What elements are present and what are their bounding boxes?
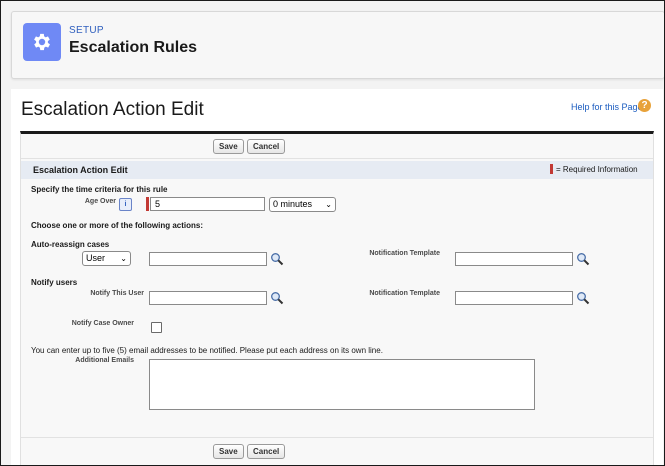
divider <box>21 437 653 438</box>
help-link[interactable]: Help for this Page <box>571 102 643 112</box>
save-button-top[interactable]: Save <box>213 139 244 154</box>
setup-header: SETUP Escalation Rules <box>11 11 664 79</box>
edit-panel: Save Cancel Escalation Action Edit = Req… <box>20 131 654 465</box>
required-marker-legend <box>550 164 553 174</box>
actions-heading: Choose one or more of the following acti… <box>31 221 204 230</box>
minutes-select-value: 0 minutes <box>273 199 313 209</box>
cancel-button-bottom[interactable]: Cancel <box>247 444 286 459</box>
setup-eyebrow: SETUP <box>69 25 104 36</box>
age-over-label: Age Over <box>84 198 116 205</box>
additional-emails-label: Additional Emails <box>75 357 134 364</box>
additional-emails-textarea[interactable] <box>149 359 535 410</box>
assignee-input[interactable] <box>149 252 267 266</box>
save-button-bottom[interactable]: Save <box>213 444 244 459</box>
reassign-template-input[interactable] <box>455 252 573 266</box>
section-header: Escalation Action Edit = Required Inform… <box>21 161 653 179</box>
divider <box>21 158 653 159</box>
notify-users-heading: Notify users <box>31 278 78 287</box>
email-instructions: You can enter up to five (5) email addre… <box>31 346 383 355</box>
time-criteria-heading: Specify the time criteria for this rule <box>31 185 168 194</box>
required-marker <box>146 197 149 211</box>
notify-user-label: Notify This User <box>90 290 144 297</box>
lookup-icon[interactable] <box>270 252 284 266</box>
page-header-title: Escalation Rules <box>69 39 198 56</box>
chevron-down-icon: ⌄ <box>325 200 332 209</box>
notify-owner-checkbox[interactable] <box>151 322 162 333</box>
required-info-text: = Required Information <box>556 165 638 174</box>
notify-owner-label: Notify Case Owner <box>71 320 134 327</box>
section-title: Escalation Action Edit <box>33 165 128 175</box>
age-over-input[interactable]: 5 <box>150 197 265 211</box>
notify-user-input[interactable] <box>149 291 267 305</box>
help-icon[interactable]: ? <box>638 99 651 112</box>
lookup-icon[interactable] <box>270 291 284 305</box>
page-title: Escalation Action Edit <box>21 99 204 120</box>
owner-type-value: User <box>86 253 106 263</box>
lookup-icon[interactable] <box>576 252 590 266</box>
owner-type-select[interactable]: User ⌄ <box>82 251 131 266</box>
info-icon[interactable]: i <box>119 198 132 211</box>
main-content: Escalation Action Edit Help for this Pag… <box>11 89 663 465</box>
auto-reassign-heading: Auto-reassign cases <box>31 240 110 249</box>
cancel-button-top[interactable]: Cancel <box>247 139 286 154</box>
chevron-down-icon: ⌄ <box>120 254 127 263</box>
reassign-template-label: Notification Template <box>369 250 440 257</box>
app-window: SETUP Escalation Rules Escalation Action… <box>0 0 665 466</box>
gear-icon <box>23 23 61 61</box>
lookup-icon[interactable] <box>576 291 590 305</box>
minutes-select[interactable]: 0 minutes ⌄ <box>269 197 336 212</box>
notify-template-input[interactable] <box>455 291 573 305</box>
notify-template-label: Notification Template <box>369 290 440 297</box>
